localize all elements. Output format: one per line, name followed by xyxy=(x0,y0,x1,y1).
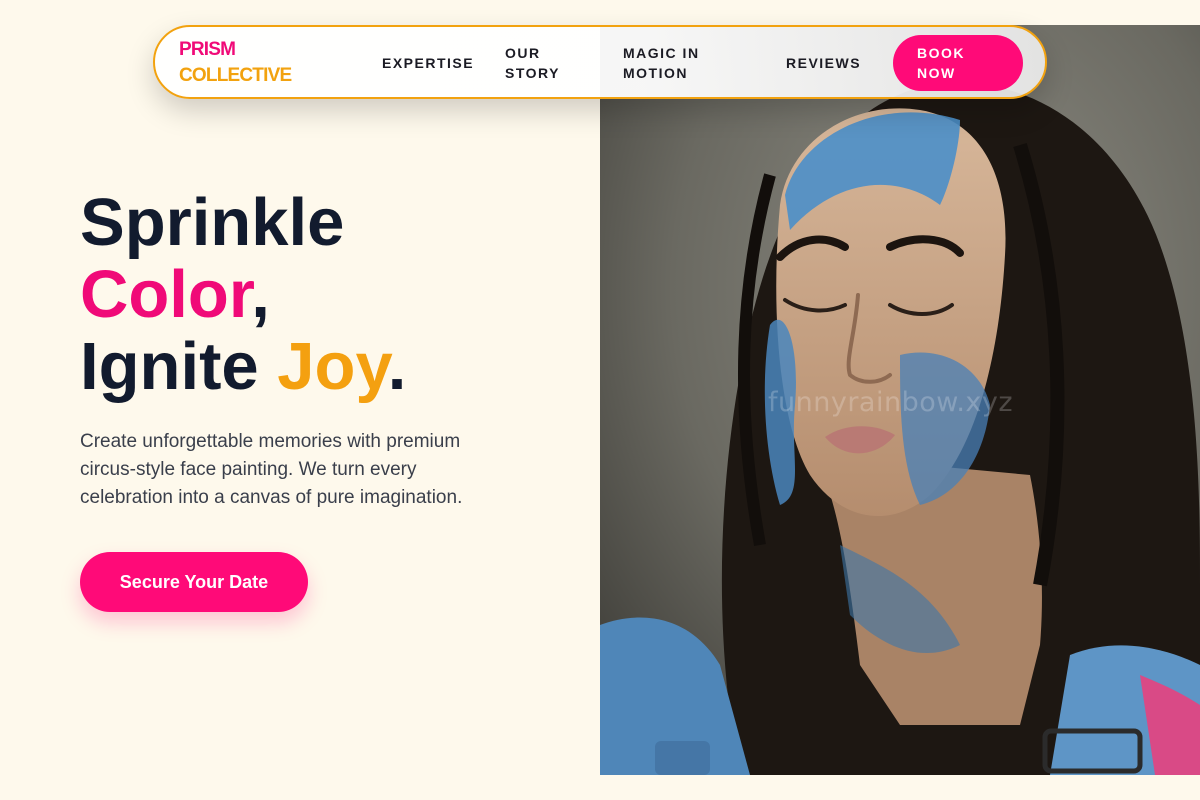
brand-name-line2: COLLECTIVE xyxy=(179,65,292,86)
secure-your-date-button[interactable]: Secure Your Date xyxy=(80,552,308,612)
brand-name-line1: PRISM xyxy=(179,39,236,60)
headline-line-3: Ignite Joy. xyxy=(80,331,406,403)
hero-photo: funnyrainbow.xyz xyxy=(600,25,1200,775)
watermark-text: funnyrainbow.xyz xyxy=(768,387,1014,418)
nav-link-our-story[interactable]: OUR STORY xyxy=(505,43,575,83)
headline-joy-word: Joy xyxy=(277,329,388,404)
book-now-button[interactable]: BOOK NOW xyxy=(893,35,1023,91)
hero-subtext: Create unforgettable memories with premi… xyxy=(80,431,463,508)
book-now-label: BOOK NOW xyxy=(917,45,965,81)
headline-comma: , xyxy=(251,257,270,332)
navbar: PRISM COLLECTIVE EXPERTISE OUR STORY MAG… xyxy=(153,25,1047,99)
hero-headline: Sprinkle Color, Ignite Joy. xyxy=(80,187,406,403)
nav-link-expertise[interactable]: EXPERTISE xyxy=(382,53,474,73)
nav-link-reviews[interactable]: REVIEWS xyxy=(786,53,861,73)
nav-link-magic-in-motion[interactable]: MAGIC IN MOTION xyxy=(623,43,733,83)
headline-ignite-word: Ignite xyxy=(80,329,278,404)
headline-color-word: Color xyxy=(80,257,252,332)
headline-period: . xyxy=(387,329,407,404)
brand-logo[interactable]: PRISM COLLECTIVE xyxy=(179,37,292,89)
headline-line-1: Sprinkle xyxy=(80,185,345,260)
headline-line-2: Color, xyxy=(80,259,406,331)
